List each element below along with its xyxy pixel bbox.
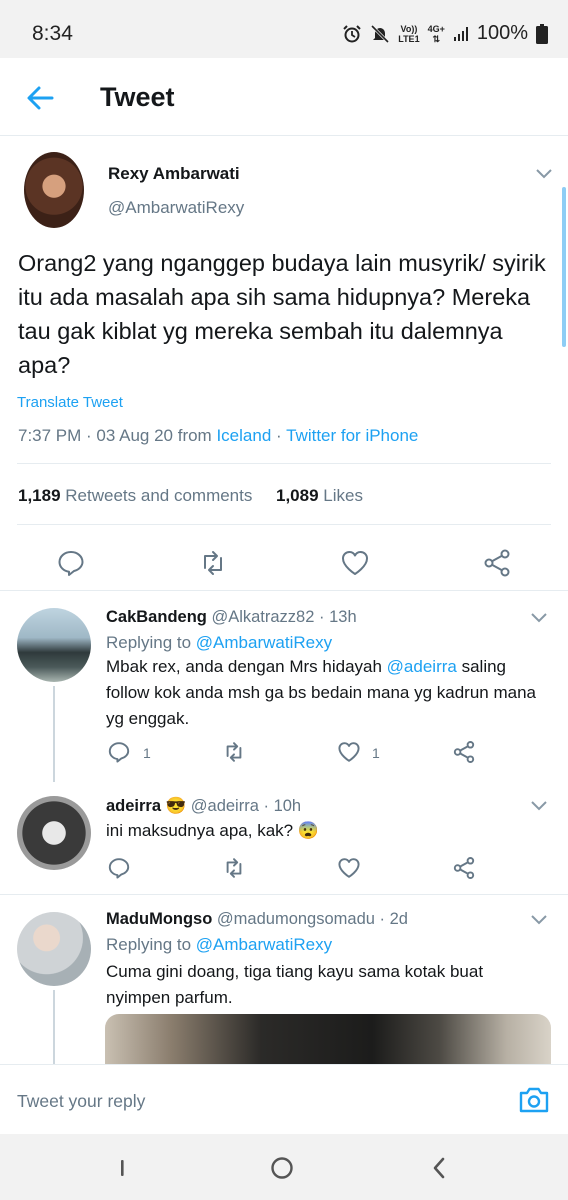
reply-header: CakBandeng @Alkatrazz82 · 13h — [106, 608, 357, 627]
network-indicator: Vo)) LTE1 — [398, 24, 419, 44]
retweets-label: Retweets and comments — [65, 486, 253, 505]
app-header: Tweet — [0, 58, 568, 136]
reply-text-part: ini maksudnya apa, kak? — [106, 821, 294, 840]
chevron-down-icon[interactable] — [530, 800, 548, 812]
home-icon[interactable] — [270, 1156, 294, 1180]
avatar[interactable] — [17, 796, 91, 870]
like-icon[interactable] — [337, 740, 361, 764]
reply-author-handle[interactable]: @Alkatrazz82 — [211, 608, 314, 626]
compose-bar: Tweet your reply — [0, 1064, 568, 1134]
back-icon[interactable] — [428, 1156, 452, 1180]
status-icons: Vo)) LTE1 4G+ ⇅ 100% — [342, 22, 548, 45]
reply-time: · 2d — [379, 910, 408, 928]
thread-line — [53, 686, 55, 782]
divider — [17, 524, 551, 525]
reply-media-image[interactable] — [105, 1014, 551, 1064]
volte-label: Vo)) — [400, 23, 418, 34]
reply-author-handle[interactable]: @madumongsomadu — [217, 910, 375, 928]
retweets-count: 1,189 — [18, 486, 61, 505]
reply-text: Mbak rex, anda dengan Mrs hidayah @adeir… — [106, 654, 551, 732]
chevron-down-icon[interactable] — [530, 612, 548, 624]
location-link[interactable]: Iceland — [216, 426, 271, 445]
reply-text-part: Mbak rex, anda dengan Mrs hidayah — [106, 657, 387, 676]
scroll-indicator — [562, 187, 566, 347]
retweet-icon[interactable] — [222, 856, 246, 880]
reply-author-name[interactable]: adeirra — [106, 797, 161, 815]
status-bar: 8:34 Vo)) LTE1 4G+ ⇅ 100% — [0, 0, 568, 58]
likes-stat[interactable]: 1,089 Likes — [276, 486, 363, 505]
tweet-timestamp: 7:37 PM · 03 Aug 20 from — [18, 426, 217, 445]
battery-icon — [536, 23, 548, 44]
reply-header: adeirra 😎 @adeirra · 10h — [106, 797, 301, 816]
reply-author-name[interactable]: MaduMongso — [106, 910, 212, 928]
share-icon[interactable] — [482, 548, 512, 578]
alarm-icon — [343, 24, 361, 42]
like-icon[interactable] — [340, 548, 370, 578]
likes-label: Likes — [323, 486, 363, 505]
retweet-icon[interactable] — [198, 548, 228, 578]
reply-count: 1 — [143, 745, 151, 761]
replying-prefix: Replying to — [106, 935, 196, 954]
retweet-icon[interactable] — [222, 740, 246, 764]
replying-to: Replying to @AmbarwatiRexy — [106, 633, 332, 653]
avatar[interactable] — [24, 152, 84, 228]
avatar[interactable] — [17, 608, 91, 682]
author-handle[interactable]: @AmbarwatiRexy — [108, 198, 244, 218]
replying-to-link[interactable]: @AmbarwatiRexy — [196, 935, 332, 954]
translate-tweet-link[interactable]: Translate Tweet — [17, 394, 123, 411]
share-icon[interactable] — [452, 856, 476, 880]
reply-time: · 10h — [263, 797, 302, 815]
replying-to: Replying to @AmbarwatiRexy — [106, 935, 332, 955]
back-arrow-icon[interactable] — [24, 82, 56, 114]
author-name[interactable]: Rexy Ambarwati — [108, 164, 240, 184]
reply-author-handle[interactable]: @adeirra — [191, 797, 259, 815]
tweet-actions — [0, 544, 568, 584]
text-emoji: 😨 — [297, 821, 320, 840]
like-count: 1 — [372, 745, 380, 761]
reply-text: Cuma gini doang, tiga tiang kayu sama ko… — [106, 962, 484, 1007]
reply-icon[interactable] — [56, 548, 86, 578]
reply-text: ini maksudnya apa, kak? 😨 — [106, 818, 551, 844]
divider — [17, 463, 551, 464]
reply-author-name[interactable]: CakBandeng — [106, 608, 207, 626]
system-nav-bar — [0, 1134, 568, 1200]
data-arrows-icon: ⇅ — [432, 33, 440, 44]
battery-percent: 100% — [476, 22, 528, 44]
network-gen-indicator: 4G+ ⇅ — [428, 24, 445, 44]
client-link[interactable]: Twitter for iPhone — [286, 426, 418, 445]
reply-input[interactable]: Tweet your reply — [17, 1091, 145, 1112]
tweet-stats: 1,189 Retweets and comments 1,089 Likes — [18, 486, 363, 506]
mute-icon — [371, 24, 390, 43]
avatar[interactable] — [17, 912, 91, 986]
likes-count: 1,089 — [276, 486, 319, 505]
recent-apps-icon[interactable] — [110, 1156, 134, 1180]
meta-separator: · — [271, 426, 287, 445]
replying-to-link[interactable]: @AmbarwatiRexy — [196, 633, 332, 652]
chevron-down-icon[interactable] — [530, 914, 548, 926]
network-gen-label: 4G+ — [427, 23, 445, 34]
retweets-stat[interactable]: 1,189 Retweets and comments — [18, 486, 252, 505]
replying-prefix: Replying to — [106, 633, 196, 652]
thread-line — [53, 990, 55, 1064]
lte-label: LTE1 — [398, 33, 420, 44]
share-icon[interactable] — [452, 740, 476, 764]
tweet-text: Orang2 yang nganggep budaya lain musyrik… — [18, 250, 546, 378]
chevron-down-icon[interactable] — [535, 168, 553, 180]
page-title: Tweet — [100, 82, 175, 112]
reply-item[interactable]: adeirra 😎 @adeirra · 10h ini maksudnya a… — [0, 782, 568, 894]
mention-link[interactable]: @adeirra — [387, 657, 457, 676]
reply-time: · 13h — [319, 608, 357, 626]
name-emoji: 😎 — [165, 797, 187, 815]
reply-icon[interactable] — [107, 740, 131, 764]
reply-item[interactable]: CakBandeng @Alkatrazz82 · 13h Replying t… — [0, 590, 568, 782]
like-icon[interactable] — [337, 856, 361, 880]
signal-icon — [453, 26, 468, 41]
tweet-meta: 7:37 PM · 03 Aug 20 from Iceland · Twitt… — [18, 426, 418, 446]
status-time: 8:34 — [32, 22, 73, 45]
reply-header: MaduMongso @madumongsomadu · 2d — [106, 910, 408, 929]
reply-icon[interactable] — [107, 856, 131, 880]
camera-icon[interactable] — [518, 1085, 550, 1115]
